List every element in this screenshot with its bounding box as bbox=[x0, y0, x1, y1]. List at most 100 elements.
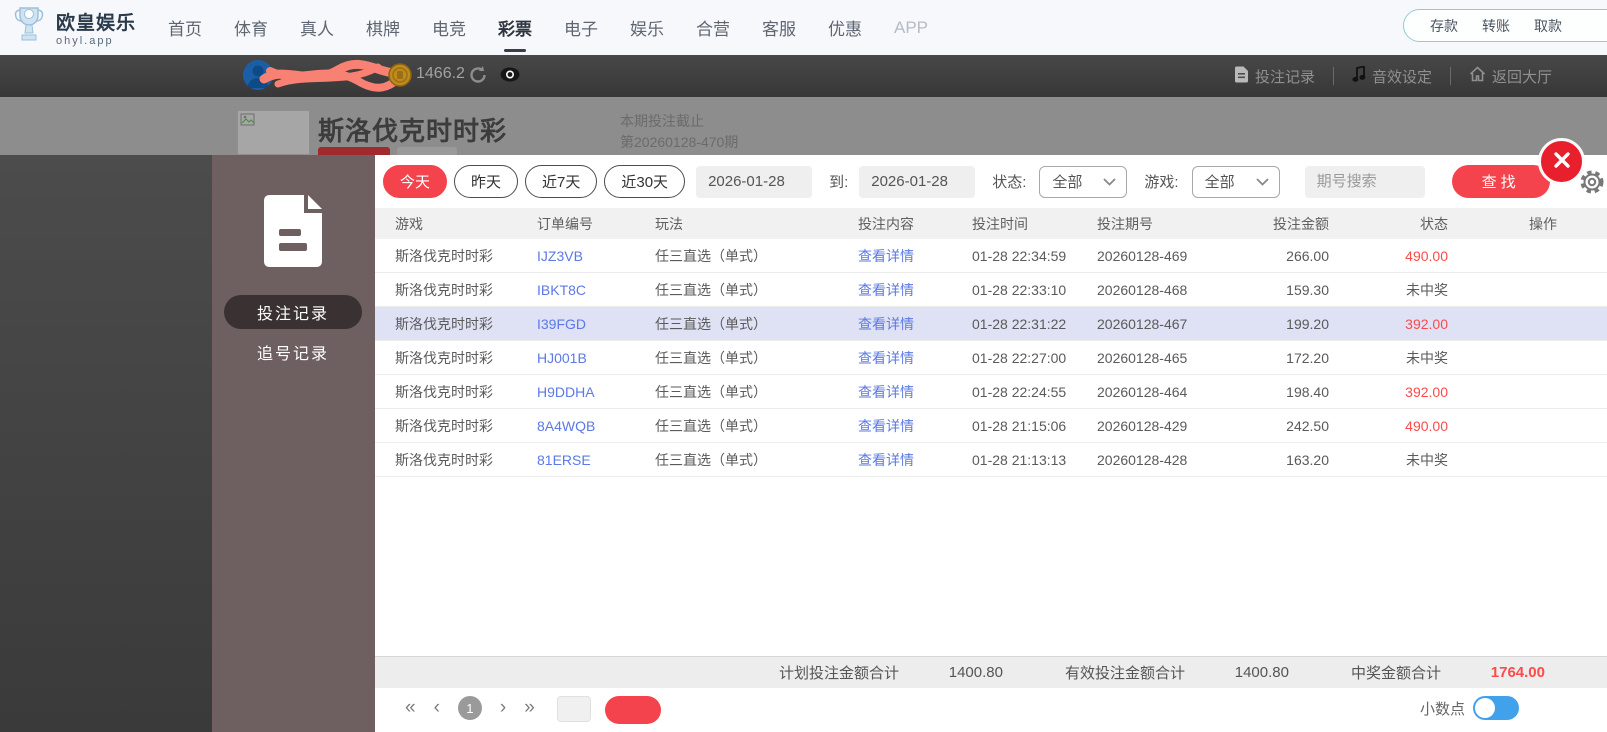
page-jump-input[interactable] bbox=[556, 696, 591, 722]
next-page-button[interactable]: › bbox=[500, 696, 506, 720]
cell-view-details-link[interactable]: 查看详情 bbox=[858, 416, 972, 436]
cell-status: 未中奖 bbox=[1406, 349, 1448, 366]
close-icon bbox=[1552, 150, 1572, 173]
nav-lottery[interactable]: 彩票 bbox=[498, 15, 532, 40]
play-mode-button-gray[interactable] bbox=[397, 147, 457, 155]
bet-records-link[interactable]: 投注记录 bbox=[1234, 66, 1315, 87]
cell-order-id-link[interactable]: IJZ3VB bbox=[537, 248, 655, 264]
nav-partnership[interactable]: 合营 bbox=[696, 15, 730, 40]
filter-last30-button[interactable]: 近30天 bbox=[604, 165, 686, 198]
back-to-lobby-link[interactable]: 返回大厅 bbox=[1469, 66, 1552, 87]
cell-order-id-link[interactable]: IBKT8C bbox=[537, 282, 655, 298]
last-page-button[interactable]: » bbox=[524, 696, 535, 720]
page-jump-button[interactable] bbox=[604, 696, 661, 724]
current-page-indicator[interactable]: 1 bbox=[457, 696, 482, 720]
status-select[interactable]: 全部 bbox=[1039, 165, 1128, 198]
valid-total-value: 1400.80 bbox=[1234, 664, 1289, 681]
cell-view-details-link[interactable]: 查看详情 bbox=[858, 382, 972, 402]
search-button[interactable]: 查找 bbox=[1451, 165, 1550, 198]
prev-page-button[interactable]: ‹ bbox=[434, 696, 440, 720]
cell-time: 01-28 22:33:10 bbox=[972, 281, 1067, 298]
status-select-value: 全部 bbox=[1052, 174, 1083, 191]
game-title: 斯洛伐克时时彩 bbox=[318, 116, 508, 146]
nav-support[interactable]: 客服 bbox=[762, 15, 796, 40]
table-row: 斯洛伐克时时彩 IJZ3VB 任三直选（单式） 查看详情 01-28 22:34… bbox=[375, 239, 1607, 273]
date-to-input[interactable] bbox=[859, 165, 976, 198]
redacted-username-scribble bbox=[258, 57, 409, 100]
sidebar-item-bet-records[interactable]: 投注记录 bbox=[224, 295, 362, 329]
filter-yesterday-button[interactable]: 昨天 bbox=[454, 165, 519, 198]
sidebar-item-chase-records[interactable]: 追号记录 bbox=[224, 335, 362, 369]
cell-order-id-link[interactable]: 8A4WQB bbox=[537, 418, 655, 434]
modal-sidebar: 投注记录 追号记录 bbox=[212, 155, 375, 732]
game-label: 游戏: bbox=[1144, 174, 1179, 191]
balance-amount: 1466.2 bbox=[416, 65, 465, 82]
cell-play: 任三直选（单式） bbox=[655, 349, 767, 366]
filter-today-button[interactable]: 今天 bbox=[383, 165, 448, 198]
transfer-button[interactable]: 转账 bbox=[1482, 16, 1510, 36]
modal-close-button[interactable] bbox=[1538, 138, 1585, 185]
nav-app[interactable]: APP bbox=[894, 18, 928, 38]
site-logo[interactable]: 欧皇娱乐 ohyl.app bbox=[10, 5, 140, 50]
cell-view-details-link[interactable]: 查看详情 bbox=[858, 246, 972, 266]
nav-slots[interactable]: 电子 bbox=[564, 15, 598, 40]
col-order-id: 订单编号 bbox=[537, 215, 593, 232]
chevron-down-icon bbox=[1255, 173, 1269, 190]
table-row: 斯洛伐克时时彩 IBKT8C 任三直选（单式） 查看详情 01-28 22:33… bbox=[375, 273, 1607, 307]
divider bbox=[1449, 67, 1451, 85]
back-to-lobby-label: 返回大厅 bbox=[1491, 68, 1552, 86]
col-status: 状态 bbox=[1420, 215, 1448, 232]
period-search-input[interactable] bbox=[1304, 165, 1425, 198]
cell-time: 01-28 21:13:13 bbox=[972, 451, 1067, 468]
cell-view-details-link[interactable]: 查看详情 bbox=[858, 280, 972, 300]
modal-backdrop bbox=[0, 155, 212, 732]
wallet-actions: 存款 转账 取款 bbox=[1403, 9, 1607, 42]
cell-order-id-link[interactable]: H9DDHA bbox=[537, 384, 655, 400]
modal-content: 今天 昨天 近7天 近30天 到: 状态: 全部 游戏: 全部 查找 bbox=[375, 155, 1607, 732]
nav-live[interactable]: 真人 bbox=[300, 15, 334, 40]
sound-settings-link[interactable]: 音效设定 bbox=[1352, 64, 1432, 87]
refresh-balance-icon[interactable] bbox=[468, 65, 488, 88]
game-select[interactable]: 全部 bbox=[1191, 165, 1280, 198]
bet-records-label: 投注记录 bbox=[1254, 68, 1315, 86]
deadline-info: 本期投注截止 第20260128-470期 bbox=[620, 111, 738, 153]
records-document-icon bbox=[262, 193, 324, 274]
table-row: 斯洛伐克时时彩 8A4WQB 任三直选（单式） 查看详情 01-28 21:15… bbox=[375, 409, 1607, 443]
eye-icon[interactable] bbox=[500, 67, 520, 85]
cell-order-id-link[interactable]: I39FGD bbox=[537, 316, 655, 332]
gear-icon[interactable] bbox=[1579, 169, 1605, 195]
nav-promos[interactable]: 优惠 bbox=[828, 15, 862, 40]
nav-esports[interactable]: 电竞 bbox=[432, 15, 466, 40]
document-icon bbox=[1234, 66, 1249, 87]
cell-game: 斯洛伐克时时彩 bbox=[395, 383, 493, 400]
user-avatar[interactable] bbox=[243, 60, 273, 90]
empty-space bbox=[375, 477, 1607, 656]
first-page-button[interactable]: « bbox=[405, 696, 416, 720]
cell-view-details-link[interactable]: 查看详情 bbox=[858, 314, 972, 334]
nav-home[interactable]: 首页 bbox=[168, 15, 202, 40]
decimal-toggle[interactable] bbox=[1473, 696, 1519, 720]
cell-amount: 198.40 bbox=[1286, 383, 1329, 400]
filter-bar: 今天 昨天 近7天 近30天 到: 状态: 全部 游戏: 全部 查找 bbox=[375, 155, 1607, 208]
main-menu: 首页 体育 真人 棋牌 电竞 彩票 电子 娱乐 合营 客服 优惠 APP bbox=[168, 15, 928, 40]
deposit-button[interactable]: 存款 bbox=[1430, 16, 1458, 36]
cell-view-details-link[interactable]: 查看详情 bbox=[858, 348, 972, 368]
cell-period: 20260128-429 bbox=[1097, 417, 1188, 434]
nav-sports[interactable]: 体育 bbox=[234, 15, 268, 40]
nav-entertainment[interactable]: 娱乐 bbox=[630, 15, 664, 40]
win-total-label: 中奖金额合计 bbox=[1350, 665, 1441, 682]
cell-order-id-link[interactable]: HJ001B bbox=[537, 350, 655, 366]
trophy-logo-icon bbox=[10, 5, 48, 50]
cell-time: 01-28 22:27:00 bbox=[972, 349, 1067, 366]
pagination-bar: « ‹ 1 › » 小数点 bbox=[375, 688, 1607, 732]
withdraw-button[interactable]: 取款 bbox=[1534, 16, 1562, 36]
cell-play: 任三直选（单式） bbox=[655, 247, 767, 264]
user-bar: 1466.2 投注记录 音效设定 返回大厅 bbox=[0, 55, 1607, 97]
status-label: 状态: bbox=[992, 174, 1027, 191]
date-from-input[interactable] bbox=[696, 165, 813, 198]
cell-order-id-link[interactable]: 81ERSE bbox=[537, 452, 655, 468]
cell-view-details-link[interactable]: 查看详情 bbox=[858, 450, 972, 470]
filter-last7-button[interactable]: 近7天 bbox=[525, 165, 598, 198]
play-mode-button-red[interactable] bbox=[318, 147, 390, 155]
nav-cards[interactable]: 棋牌 bbox=[366, 15, 400, 40]
